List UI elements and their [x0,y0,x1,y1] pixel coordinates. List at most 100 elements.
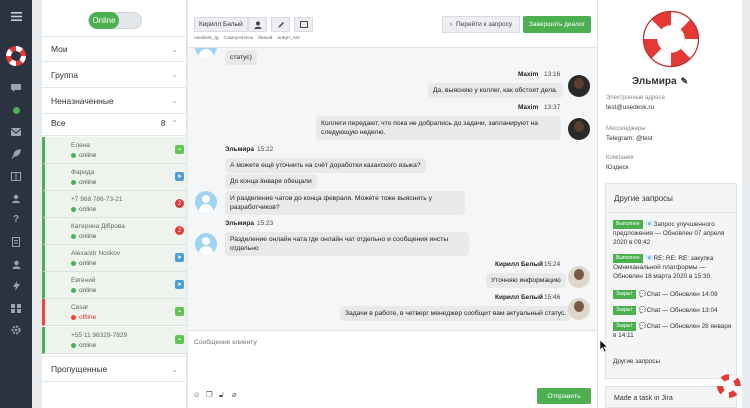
message-input[interactable] [194,335,590,349]
lightning-icon[interactable] [6,278,26,294]
unread-count-badge: 2 [175,199,184,208]
chevron-down-icon: ⌄ [171,364,178,374]
settings-icon[interactable] [6,322,26,338]
tool-label: usedesk_tg [194,36,219,41]
request-item[interactable]: Закрыт 💬Chat — Обновлен 14:09 [613,290,733,300]
window-icon[interactable] [294,17,313,32]
conversation-status: online [71,287,96,294]
group-all[interactable]: Все 8 ⌃ [42,110,187,136]
conversation-item[interactable]: Alexandr Noskov online ➤ [42,245,187,272]
conversation-client-name: Фарида [71,169,95,176]
request-item[interactable]: Выполнен 📧Запрос улучшенного предложения … [613,220,733,248]
message-time: 15:24 [544,261,561,268]
conversation-status: online [71,206,96,213]
emoji-icon[interactable]: ☺ [193,390,201,399]
status-dot-icon [71,153,76,158]
message-list[interactable]: статус) Maxim 13:16 Да, выясняю у коллег… [188,48,597,330]
group-unassigned-label: Неназначенные [51,95,114,106]
message-author: Maxim [518,71,539,78]
chat-channel-icon: ▪ [175,307,184,316]
conversation-item[interactable]: +7 988 786-73-21 online 2 [42,191,187,218]
request-item[interactable]: Закрыт 💬Chat — Обновлен 13:04 [613,306,733,316]
conversation-client-name: Alexandr Noskov [71,250,121,257]
chevron-down-icon: ⌄ [171,70,178,79]
status-text: online [79,179,97,186]
more-requests-link[interactable]: Другие запросы [613,358,660,365]
client-avatar [195,233,217,255]
message-bubble: Коллеги передают, что пока не добрались … [316,116,561,141]
conversation-item[interactable]: Фарида online ➤ [42,164,187,191]
agent-avatar [568,298,590,320]
email-label: Электронные адреса [606,95,665,101]
finish-dialog-button[interactable]: Завершить диалог [523,16,591,33]
messengers-label: Мессенджеры [606,126,646,132]
status-text: online [79,206,97,213]
conversation-item[interactable]: Елена online ▪ [42,137,187,164]
company-label: Компания [606,155,634,161]
client-name: Эльмира [632,76,677,87]
group-team-label: Группа [51,69,78,80]
help-icon[interactable]: ? [6,212,26,228]
group-team[interactable]: Группа ⌄ [42,62,187,88]
chat-channel-icon: ▪ [175,145,184,154]
message-bubble: А можете ещё уточнить на счёт доработки … [225,158,426,174]
copy-icon[interactable]: ❐ [206,390,213,399]
integrations-icon[interactable] [6,300,26,316]
message-bubble: Задачи в работе, в четверг менеджер сооб… [340,306,572,322]
conversation-client-name: Евгений [71,277,96,284]
request-status-tag: Выполнен [613,254,643,263]
client-name-row: Эльмира ✎ [632,76,688,87]
lifebuoy-logo-icon[interactable] [4,44,28,68]
mouse-cursor-icon [600,340,608,352]
request-item[interactable]: Выполнен 📧RE: RE: RE: закупка Омниканальн… [613,254,733,282]
agent-avatar [568,75,590,97]
conversation-item[interactable]: Катерина Діброва online 2 [42,218,187,245]
group-missed[interactable]: Пропущенные ⌄ [42,356,187,382]
client-company: Юздеск [606,164,629,171]
send-button[interactable]: Отправить [537,388,591,404]
status-text: online [79,152,97,159]
inbox-icon[interactable] [6,124,26,140]
client-avatar [195,48,217,58]
attach-icon[interactable]: ⌀ [232,390,237,399]
lock-icon[interactable]: 🔓︎ [219,390,224,400]
assign-user-icon[interactable] [248,17,267,32]
chevron-right-icon: › [449,21,453,28]
request-text: 💬Chat — Обновлен 14:09 [638,291,718,298]
chats-icon[interactable] [6,80,26,96]
client-lifebuoy-avatar-icon [642,10,700,68]
user-icon[interactable] [6,256,26,272]
group-all-label: Все [51,117,66,128]
online-status-toggle[interactable]: Online [88,12,142,29]
client-email[interactable]: test@usedesk.ru [606,104,654,111]
client-telegram[interactable]: Telegram: @test [606,135,653,142]
menu-icon[interactable] [6,8,26,24]
rocket-icon[interactable] [6,146,26,162]
message-author: Кирилл Белый [495,261,543,268]
status-icon[interactable] [6,102,26,118]
book-icon[interactable] [6,168,26,184]
conversation-item[interactable]: Cesar offline ▪ [42,299,187,326]
edit-pencil-icon[interactable]: ✎ [681,76,689,87]
telegram-channel-icon: ➤ [175,172,184,181]
assigned-agent[interactable]: Кирилл Белый [194,17,248,32]
conversation-client-name: Cesar [71,304,89,311]
support-widget-icon[interactable] [716,373,742,399]
online-status-label: Online [89,12,119,29]
pen-icon[interactable] [271,17,290,32]
chevron-down-icon: ⌄ [171,96,178,105]
composer: ☺ ❐ 🔓︎ ⌀ Отправить [188,330,597,408]
request-status-tag: Закрыт [613,322,636,331]
document-icon[interactable] [6,234,26,250]
conversation-item[interactable]: +55 11 96329-7829 online ▪ [42,327,187,354]
message-bubble: Да, выясняю у коллег, как обстоят дела. [428,83,563,99]
conversation-item[interactable]: Евгений online ➤ [42,272,187,299]
app-window: ? Online Мои ⌄ Группа ⌄ Неназначенные ⌄ … [0,0,750,408]
users-icon[interactable] [6,190,26,206]
goto-request-button[interactable]: › Перейти к запросу [442,16,520,33]
message-author: Эльмира [225,146,254,153]
conversation-client-name: +7 988 786-73-21 [71,196,123,203]
request-item[interactable]: Закрыт 💬Chat — Обновлен 28 января в 14:11 [613,322,733,341]
divider [606,212,736,213]
group-mine[interactable]: Мои ⌄ [42,36,187,62]
